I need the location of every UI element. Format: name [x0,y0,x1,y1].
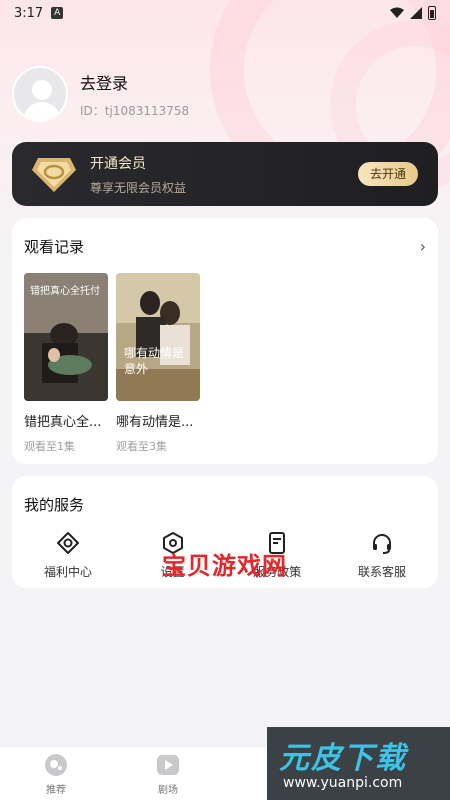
logo-url-text: www.yuanpi.com [283,775,403,791]
target-icon [57,532,79,554]
watch-history-card: 观看记录 › 错把真心全托付 错把真心全... 观看至1集 哪有动情是意外 哪有… [12,218,438,464]
battery-icon [428,6,436,20]
history-title: 观看记录 [24,238,85,256]
nav-tab-theater[interactable]: 剧场 [112,747,224,800]
poster-title-text: 哪有动情是意外 [124,346,185,376]
profile-section[interactable]: 去登录 ID：tj1083113758 [12,66,189,122]
wifi-icon [390,7,404,18]
vip-open-button[interactable]: 去开通 [357,162,418,186]
service-label: 联系客服 [357,565,406,579]
play-icon [157,755,179,775]
nav-tab-recommend[interactable]: 推荐 [0,747,112,800]
watermark-text: 宝贝游戏网 [162,552,287,580]
service-welfare-center[interactable]: 福利中心 [28,531,108,580]
recommend-icon [45,754,67,776]
status-bar: 3:17 A [0,0,450,26]
history-item-title: 错把真心全... [24,415,102,430]
services-title: 我的服务 [24,496,85,514]
history-item-progress: 观看至1集 [24,440,75,453]
site-logo: 元皮下载 www.yuanpi.com [267,727,450,800]
poster-image[interactable]: 错把真心全托付 [24,273,108,401]
history-item[interactable]: 错把真心全托付 错把真心全... 观看至1集 [24,273,108,454]
avatar[interactable] [12,66,68,122]
poster-image[interactable]: 哪有动情是意外 [116,273,200,401]
service-label: 福利中心 [43,565,92,579]
history-item-progress: 观看至3集 [116,440,167,453]
poster-title-text: 错把真心全托付 [30,286,100,297]
vip-subtitle: 尊享无限会员权益 [90,180,187,195]
signal-icon [410,7,422,19]
vip-banner[interactable]: 开通会员 尊享无限会员权益 去开通 [12,142,438,206]
service-customer-support[interactable]: 联系客服 [342,531,422,580]
vip-badge-icon [32,158,76,192]
notification-icon: A [51,7,64,19]
vip-title: 开通会员 [90,155,146,172]
history-item[interactable]: 哪有动情是意外 哪有动情是... 观看至3集 [116,273,200,454]
login-link[interactable]: 去登录 [80,70,189,94]
history-item-title: 哪有动情是... [116,415,194,430]
nav-label: 剧场 [158,785,178,796]
chevron-right-icon[interactable]: › [420,237,426,256]
logo-main-text: 元皮下载 [279,741,407,776]
user-id: ID：tj1083113758 [80,103,190,118]
nav-label: 推荐 [46,785,66,796]
status-time: 3:17 [14,5,44,21]
headset-icon [372,534,391,554]
